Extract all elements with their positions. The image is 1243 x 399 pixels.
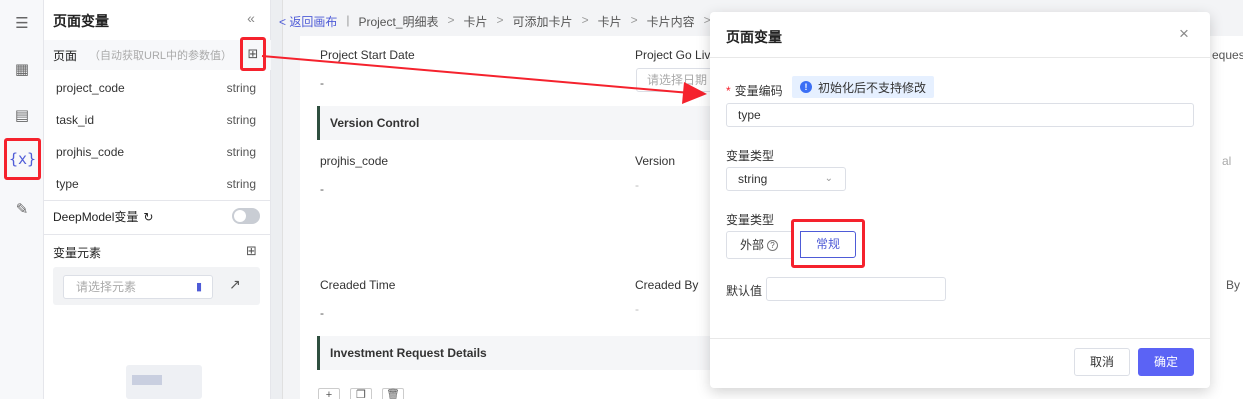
code-label: * 变量编码 [726,82,783,99]
collapse-icon[interactable]: « [242,10,260,28]
type-label: 变量类型 [726,149,775,163]
variable-row[interactable]: projhis_code string [44,136,271,168]
page-section-label: 页面 [53,48,78,63]
refresh-icon[interactable]: ↻ [143,210,153,224]
grid-icon[interactable]: ▦ [9,56,35,82]
page-variables-header: 页面 （自动获取URL中的参数值） [44,40,271,70]
breadcrumb: < 返回画布 | Project_明细表 > 卡片 > 可添加卡片 > 卡片 >… [279,13,711,30]
back-link[interactable]: < 返回画布 [279,13,337,30]
folder-icon[interactable]: ▮ [196,276,202,298]
variable-name: projhis_code [56,145,125,159]
variable-row[interactable]: project_code string [44,72,271,104]
variable-type: string [226,145,256,159]
element-select-input[interactable]: 请选择元素 ▮ [63,275,213,299]
kind-external-label: 外部 [739,238,764,252]
cancel-button[interactable]: 取消 [1074,348,1130,376]
page-section-hint: （自动获取URL中的参数值） [89,50,233,62]
copy-icon[interactable]: ❐ [350,388,372,399]
field-label: Version [635,154,676,168]
element-section-label: 变量元素 [53,246,102,260]
variable-type: string [226,81,256,95]
highlight-box: 常规 [791,219,865,268]
chevron-down-icon: ⌄ [824,173,833,184]
add-variable-button[interactable]: ⊞ [240,37,266,71]
field-label: Creaded Time [320,278,396,292]
type-select-value: string [738,172,768,186]
type-select[interactable]: string ⌄ [726,167,846,191]
kind-label: 变量类型 [726,213,775,227]
empty-state-illustration [126,365,202,399]
variables-icon[interactable]: {x} [4,138,41,180]
breadcrumb-item[interactable]: 可添加卡片 [513,13,573,30]
code-notice-text: 初始化后不支持修改 [818,80,927,95]
chevron-right-icon: > [447,13,455,27]
breadcrumb-item[interactable]: 卡片内容 [647,13,695,30]
variable-row[interactable]: task_id string [44,104,271,136]
plus-square-icon: ⊞ [247,46,259,61]
kind-external-option[interactable]: 外部? [726,231,792,259]
field-label: Project Go Live [635,48,718,62]
breadcrumb-item[interactable]: 卡片 [598,13,622,30]
default-label: 默认值 [726,284,763,298]
info-icon: ! [800,81,812,93]
divider [44,200,271,201]
chevron-right-icon: > [496,13,504,27]
field-label: projhis_code [320,154,389,168]
edit-icon[interactable]: ✎ [9,196,35,222]
variable-row[interactable]: type string [44,168,271,200]
tree-icon[interactable]: ☰ [9,10,35,36]
panel-scrollbar[interactable] [271,0,283,399]
field-value: - [320,76,324,90]
field-label-clipped: equest [1212,48,1243,62]
field-label: Project Start Date [320,48,415,62]
share-icon[interactable]: ↗ [229,276,241,293]
breadcrumb-item[interactable]: 卡片 [464,13,488,30]
close-icon[interactable]: × [1179,24,1189,44]
deepmodel-toggle[interactable] [232,208,260,224]
divider [710,57,1210,58]
deepmodel-label: DeepModel变量 [53,210,139,224]
field-value: - [635,178,639,192]
code-label-text: 变量编码 [734,84,783,98]
element-placeholder: 请选择元素 [76,280,137,294]
help-icon[interactable]: ? [767,240,778,251]
field-value: - [320,182,324,196]
default-value-input[interactable] [766,277,946,301]
field-value: - [635,302,639,316]
variable-name: project_code [56,81,125,95]
element-picker: 请选择元素 ▮ ↗ [53,267,260,305]
variable-name: type [56,177,79,191]
divider [710,338,1210,339]
confirm-button[interactable]: 确定 [1138,348,1194,376]
field-label-clipped: al [1222,154,1232,168]
code-notice-tag: ! 初始化后不支持修改 [792,76,935,98]
section-title: Investment Request Details [317,336,717,370]
page-variable-dialog: 页面变量 × * 变量编码 ! 初始化后不支持修改 type 变量类型 strin… [710,12,1210,388]
panel-title: 页面变量 [53,13,109,29]
code-input[interactable]: type [726,103,1194,127]
icon-rail: ☰ ▦ ▤ {x} ✎ [0,0,44,399]
variable-name: task_id [56,113,95,127]
breadcrumb-item[interactable]: Project_明细表 [358,13,438,30]
field-label-clipped: By [1226,278,1241,292]
variable-type: string [226,177,256,191]
add-icon[interactable]: + [318,388,340,399]
chevron-right-icon: > [630,13,638,27]
delete-icon[interactable]: 🗑 [382,388,404,399]
section-title: Version Control [317,106,717,140]
required-mark: * [726,84,731,98]
divider [44,234,271,235]
variables-panel: 页面变量 « 页面 （自动获取URL中的参数值） ⊞ project_code … [44,0,271,399]
field-label: Creaded By [635,278,699,292]
variable-type: string [226,113,256,127]
separator: | [346,13,350,27]
kind-normal-option[interactable]: 常规 [800,231,856,258]
dialog-title: 页面变量 [726,29,782,45]
deepmodel-row: DeepModel变量 ↻ [53,208,153,225]
field-value: - [320,306,324,320]
add-element-icon[interactable]: ⊞ [246,243,257,259]
chevron-right-icon: > [581,13,589,27]
list-icon[interactable]: ▤ [9,102,35,128]
